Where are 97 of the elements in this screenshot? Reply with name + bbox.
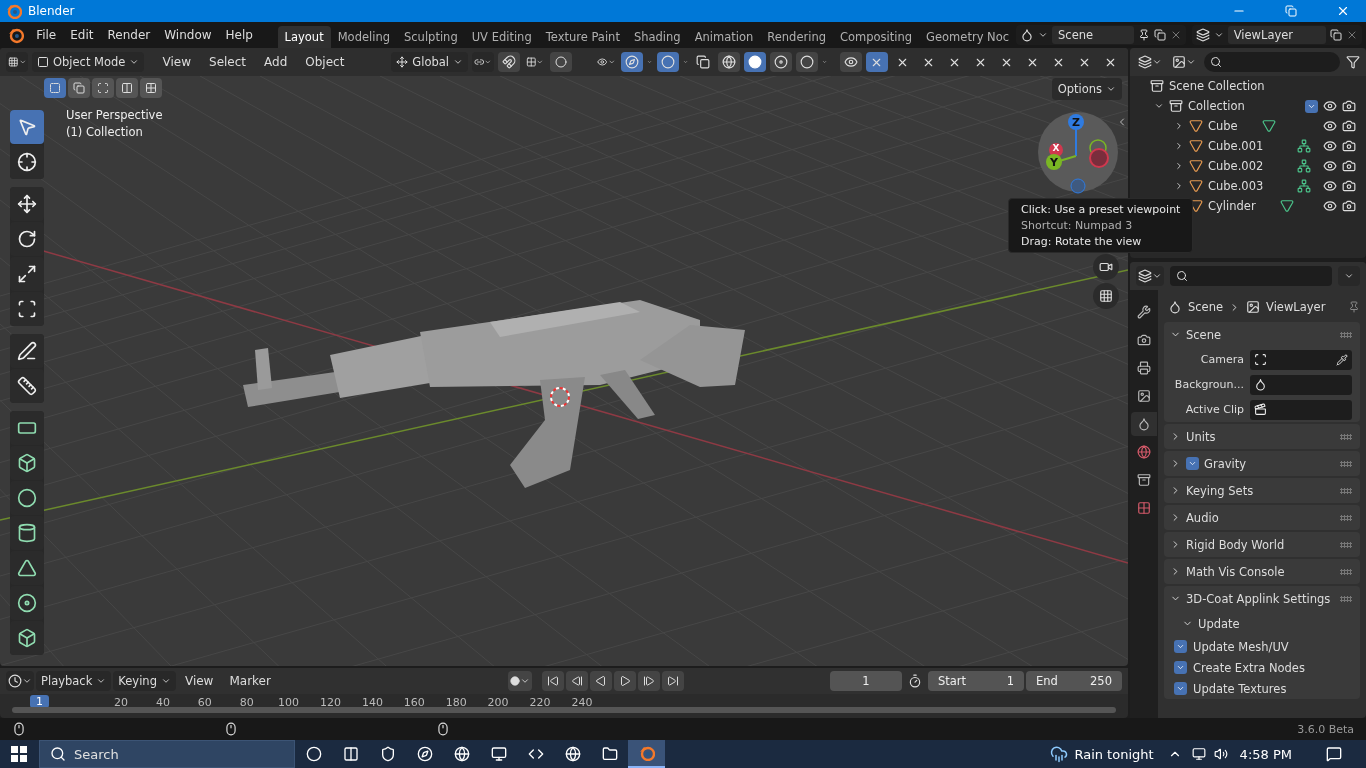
menu-item[interactable]: View (155, 52, 199, 72)
panel-header[interactable]: Gravity (1164, 451, 1360, 476)
options-dropdown[interactable]: Options (1051, 78, 1122, 100)
frame-number: 200 (487, 696, 509, 709)
frame-number: 180 (445, 696, 467, 709)
frame-number: 60 (197, 696, 212, 709)
menu-dropdown[interactable]: Keying (113, 671, 176, 691)
frame-number: 100 (278, 696, 300, 709)
mode-dropdown[interactable]: Object Mode (32, 52, 145, 72)
workspace-tab[interactable]: Compositing (833, 26, 920, 48)
viewport-info-text: (1) Collection (66, 125, 144, 139)
field-label: End (1036, 674, 1058, 688)
panel-title: Units (1186, 429, 1217, 444)
panel-header[interactable]: 3D-Coat Applink Settings (1164, 586, 1360, 611)
tooltip-text: Click: Use a preset viewpoint (1021, 203, 1181, 216)
panel-title: 3D-Coat Applink Settings (1186, 591, 1332, 606)
workspace-tab[interactable]: UV Editing (464, 26, 539, 48)
subpanel-header[interactable]: Update (1164, 611, 1360, 636)
workspace-tab[interactable]: Rendering (760, 26, 833, 48)
option-label: Update Textures (1193, 681, 1288, 696)
axis-label: Z (1072, 116, 1080, 129)
tooltip-text: Drag: Rotate the view (1021, 235, 1143, 248)
panel-title: Scene (1186, 327, 1223, 342)
frame-number: 120 (320, 696, 341, 709)
panel-header[interactable]: Scene (1164, 322, 1360, 347)
end-frame-field[interactable]: End 250 (1026, 671, 1122, 691)
outliner-item[interactable]: Cube.001 (1208, 139, 1264, 153)
start-frame-field[interactable]: Start 1 (928, 671, 1024, 691)
field-value: 1 (1006, 674, 1014, 688)
panel-title: Rigid Body World (1186, 537, 1286, 552)
current-frame-field[interactable]: 1 (830, 671, 902, 691)
panel-title: Keying Sets (1186, 483, 1255, 498)
viewport-info-text: User Perspective (66, 108, 163, 122)
menu-item[interactable]: Object (298, 52, 352, 72)
tooltip-text: Shortcut: Numpad 3 (1021, 219, 1134, 232)
outliner-item[interactable]: Cube (1208, 119, 1238, 133)
frame-number: 240 (571, 696, 593, 709)
clock-text[interactable]: 4:58 PM (1239, 746, 1292, 762)
option-label: Create Extra Nodes (1193, 660, 1306, 675)
menu-item[interactable]: Add (257, 52, 295, 72)
window-title: Blender (28, 4, 75, 18)
view-layer-selector[interactable]: ViewLayer (1191, 25, 1362, 45)
frame-number: 20 (114, 696, 128, 709)
taskbar-search-field[interactable]: Search (39, 740, 295, 768)
workspace-tab[interactable]: Modeling (330, 26, 397, 48)
orientation-dropdown[interactable]: Global (391, 52, 468, 72)
menu-item[interactable]: Render (100, 25, 158, 45)
frame-number: 40 (155, 696, 170, 709)
option-label: Update Mesh/UV (1193, 639, 1290, 654)
outliner-item[interactable]: Scene Collection (1169, 79, 1265, 93)
axis-label: X (1052, 143, 1060, 153)
outliner-item[interactable]: Cylinder (1208, 199, 1256, 213)
panel-title: Audio (1186, 510, 1220, 525)
field-label: Active Clip (1184, 403, 1244, 416)
outliner-item[interactable]: Cube.003 (1208, 179, 1264, 193)
field-label: Camera (1199, 353, 1244, 366)
field-value: 250 (1090, 674, 1112, 688)
panel-header[interactable]: Audio (1164, 505, 1360, 530)
menu-item[interactable]: Marker (222, 671, 278, 691)
workspace-tab[interactable]: Texture Paint (538, 26, 627, 48)
frame-number: 140 (361, 696, 383, 709)
view-layer-name-field[interactable]: ViewLayer (1227, 26, 1326, 44)
workspace-tab[interactable]: Sculpting (397, 26, 465, 48)
workspace-tab[interactable]: Geometry Noc (919, 26, 1017, 48)
menu-item[interactable]: Select (202, 52, 254, 72)
menu-item[interactable]: Edit (63, 25, 101, 45)
search-placeholder: Search (74, 746, 119, 762)
subpanel-title: Update (1198, 616, 1241, 631)
weather-text[interactable]: Rain tonight (1074, 746, 1154, 762)
menu-item[interactable]: Help (218, 25, 260, 45)
workspace-tab[interactable]: Shading (626, 26, 688, 48)
menu-item[interactable]: File (29, 25, 64, 45)
menu-dropdown[interactable]: Playback (36, 671, 112, 691)
panel-header[interactable]: Math Vis Console (1164, 559, 1360, 584)
scene-name-field[interactable]: Scene (1052, 26, 1135, 44)
breadcrumb-item: ViewLayer (1266, 300, 1326, 314)
outliner-item[interactable]: Cube.002 (1208, 159, 1264, 173)
panel-header[interactable]: Keying Sets (1164, 478, 1360, 503)
menu-item[interactable]: Window (157, 25, 219, 45)
field-label: Start (938, 674, 967, 688)
outliner-item[interactable]: Collection (1188, 99, 1245, 113)
navigation-gizmo[interactable]: Z X Y (1036, 110, 1120, 194)
workspace-tab[interactable]: Animation (687, 26, 761, 48)
workspace-tab[interactable]: Layout (277, 26, 331, 48)
frame-number: 80 (239, 696, 254, 709)
version-text: 3.6.0 Beta (1297, 722, 1354, 736)
menu-item[interactable]: View (177, 671, 221, 691)
scene-selector[interactable]: Scene (1016, 25, 1187, 45)
panel-header[interactable]: Units (1164, 424, 1360, 449)
field-label: Backgroun... (1173, 378, 1244, 391)
panel-header[interactable]: Rigid Body World (1164, 532, 1360, 557)
axis-label: Y (1050, 156, 1058, 169)
breadcrumb-item: Scene (1188, 300, 1224, 314)
panel-title: Math Vis Console (1186, 564, 1286, 579)
frame-number: 160 (403, 696, 425, 709)
panel-title: Gravity (1204, 456, 1247, 471)
frame-number: 220 (529, 696, 551, 709)
